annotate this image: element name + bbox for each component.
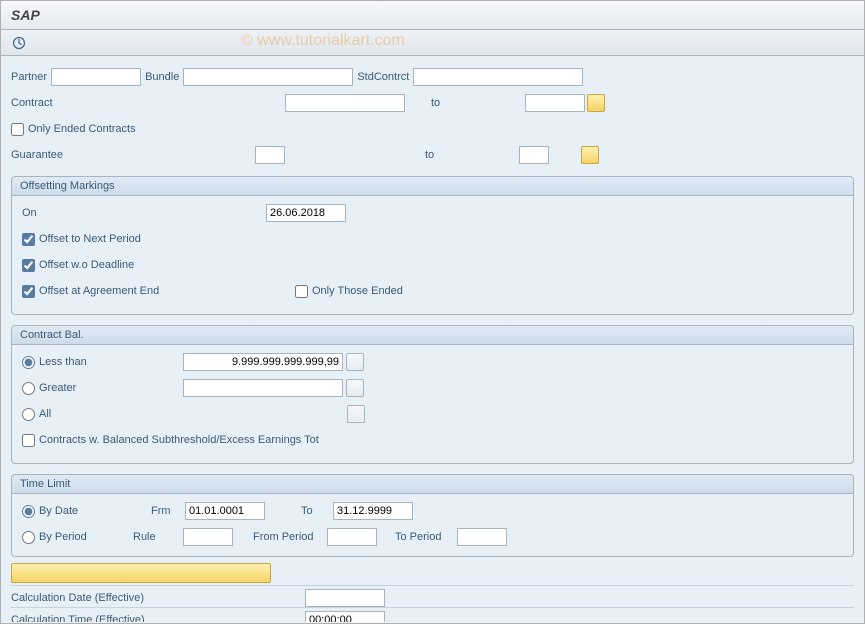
partner-label: Partner (11, 71, 47, 83)
byperiod-radio[interactable] (22, 531, 35, 544)
to-label: To (301, 505, 329, 517)
bydate-radio[interactable] (22, 505, 35, 518)
contractbal-fieldset: Contract Bal. Less than Greater All (11, 325, 854, 464)
contract-to-input[interactable] (525, 94, 585, 112)
calc-date-input[interactable] (305, 589, 385, 607)
only-those-checkbox[interactable] (295, 285, 308, 298)
guarantee-from-input[interactable] (255, 146, 285, 164)
calc-date-label: Calculation Date (Effective) (11, 592, 301, 604)
from-period-label: From Period (253, 531, 323, 543)
guarantee-to-label: to (425, 149, 515, 161)
guarantee-row: Guarantee to (11, 144, 854, 166)
contract-from-input[interactable] (285, 94, 405, 112)
offset-wo-label: Offset w.o Deadline (39, 259, 134, 271)
bydate-label: By Date (39, 505, 147, 517)
toolbar: © www.tutorialkart.com (1, 30, 864, 56)
less-than-label: Less than (39, 356, 179, 368)
rule-label: Rule (133, 531, 179, 543)
contract-to-label: to (431, 97, 521, 109)
byperiod-label: By Period (39, 531, 129, 543)
timelimit-title: Time Limit (12, 475, 853, 494)
from-period-input[interactable] (327, 528, 377, 546)
guarantee-more-button[interactable] (581, 146, 599, 164)
subthreshold-label: Contracts w. Balanced Subthreshold/Exces… (39, 434, 319, 446)
offset-agree-checkbox[interactable] (22, 285, 35, 298)
to-period-input[interactable] (457, 528, 507, 546)
less-than-unit-button[interactable] (346, 353, 364, 371)
greater-unit-button[interactable] (346, 379, 364, 397)
only-those-label: Only Those Ended (312, 285, 403, 297)
stdcontract-input[interactable] (413, 68, 583, 86)
subthreshold-checkbox[interactable] (22, 434, 35, 447)
only-ended-label: Only Ended Contracts (28, 123, 136, 135)
to-period-label: To Period (395, 531, 453, 543)
calc-time-input[interactable] (305, 611, 385, 623)
greater-radio[interactable] (22, 382, 35, 395)
guarantee-to-input[interactable] (519, 146, 549, 164)
calc-time-label: Calculation Time (Effective) (11, 614, 301, 623)
highlight-strip (11, 563, 271, 583)
offset-agree-label: Offset at Agreement End (39, 285, 291, 297)
main-content: Partner Bundle StdContrct Contract to On… (1, 56, 864, 622)
on-label: On (22, 207, 262, 219)
frm-label: Frm (151, 505, 181, 517)
only-ended-row: Only Ended Contracts (11, 118, 854, 140)
execute-icon[interactable] (9, 33, 29, 53)
all-unit-button[interactable] (347, 405, 365, 423)
calc-time-row: Calculation Time (Effective) (11, 607, 854, 622)
partner-input[interactable] (51, 68, 141, 86)
frm-input[interactable] (185, 502, 265, 520)
offset-next-checkbox[interactable] (22, 233, 35, 246)
offsetting-fieldset: Offsetting Markings On Offset to Next Pe… (11, 176, 854, 315)
offset-next-label: Offset to Next Period (39, 233, 141, 245)
timelimit-fieldset: Time Limit By Date Frm To By Period Rule… (11, 474, 854, 557)
offsetting-title: Offsetting Markings (12, 177, 853, 196)
to-input[interactable] (333, 502, 413, 520)
all-label: All (39, 408, 343, 420)
bundle-label: Bundle (145, 71, 179, 83)
offset-wo-checkbox[interactable] (22, 259, 35, 272)
rule-input[interactable] (183, 528, 233, 546)
calc-date-row: Calculation Date (Effective) (11, 585, 854, 607)
guarantee-label: Guarantee (11, 149, 251, 161)
bundle-input[interactable] (183, 68, 353, 86)
contract-more-button[interactable] (587, 94, 605, 112)
title-bar: SAP (1, 1, 864, 30)
all-radio[interactable] (22, 408, 35, 421)
only-ended-checkbox[interactable] (11, 123, 24, 136)
greater-label: Greater (39, 382, 179, 394)
contract-label: Contract (11, 97, 281, 109)
contract-row: Contract to (11, 92, 854, 114)
partner-row: Partner Bundle StdContrct (11, 66, 854, 88)
stdcontract-label: StdContrct (357, 71, 409, 83)
less-than-radio[interactable] (22, 356, 35, 369)
greater-input[interactable] (183, 379, 343, 397)
watermark: © www.tutorialkart.com (241, 32, 405, 50)
less-than-input[interactable] (183, 353, 343, 371)
page-title: SAP (11, 7, 854, 23)
contractbal-title: Contract Bal. (12, 326, 853, 345)
on-input[interactable] (266, 204, 346, 222)
